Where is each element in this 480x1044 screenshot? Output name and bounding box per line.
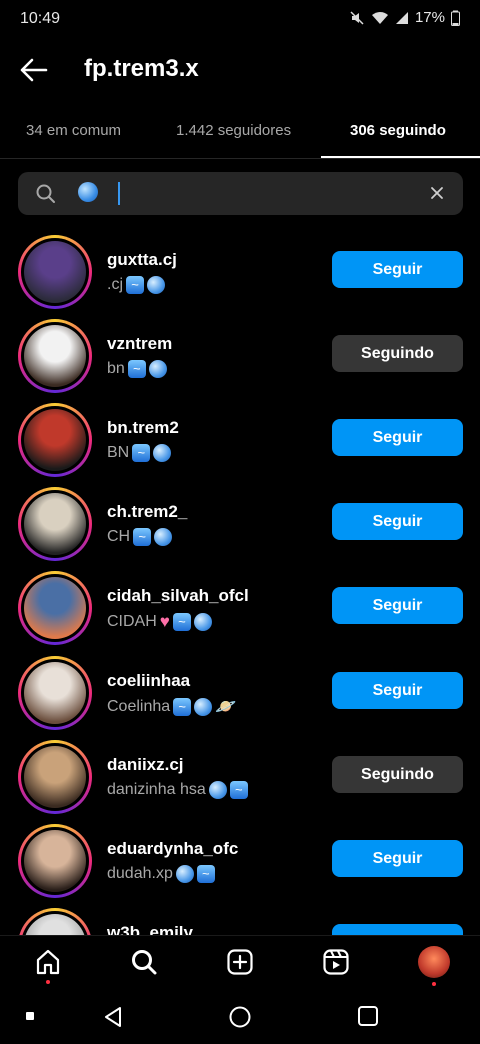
full-name: CH ~ (107, 528, 173, 546)
heart-emoji: ♥ (159, 612, 170, 631)
home-icon[interactable] (34, 948, 62, 976)
follow-button[interactable]: Seguir (332, 672, 463, 709)
username[interactable]: cidah_silvah_ofcl (107, 586, 249, 606)
wave-emoji: ~ (196, 865, 215, 883)
wave-emoji: ~ (132, 444, 151, 462)
nav-home-icon[interactable] (228, 1005, 252, 1029)
tab-following[interactable]: 306 seguindo (350, 122, 446, 139)
tab-followers[interactable]: 1.442 seguidores (176, 122, 291, 139)
nav-back-icon[interactable] (102, 1005, 124, 1029)
wifi-icon (371, 11, 388, 24)
header: fp.trem3.x (0, 45, 480, 95)
wave-emoji: ~ (172, 613, 191, 631)
crystal-ball-emoji (78, 182, 98, 202)
clear-icon[interactable] (429, 185, 445, 201)
follow-button[interactable]: Seguir (332, 587, 463, 624)
list-item[interactable]: eduardynha_ofc dudah.xp ~ Seguir (0, 824, 480, 908)
planet-emoji: 🪐 (215, 697, 237, 716)
status-bar: 10:49 17% (0, 0, 480, 38)
text-caret (118, 182, 120, 205)
search-icon[interactable] (130, 948, 158, 976)
search-icon (36, 184, 55, 203)
signal-icon (395, 11, 408, 24)
status-time: 10:49 (20, 10, 61, 27)
list-item[interactable]: cidah_silvah_ofcl CIDAH ♥ ~ Seguir (0, 571, 480, 655)
following-button[interactable]: Seguindo (332, 756, 463, 793)
full-name: .cj ~ (107, 276, 165, 294)
mute-icon (350, 10, 364, 25)
battery-percent: 17% (414, 9, 445, 26)
list-item[interactable]: guxtta.cj .cj ~ Seguir (0, 235, 480, 319)
crystal-ball-emoji (193, 613, 212, 631)
full-name: danizinha hsa ~ (107, 781, 248, 799)
page-title: fp.trem3.x (84, 55, 199, 82)
profile-avatar[interactable] (418, 946, 450, 978)
username[interactable]: coeliinhaa (107, 671, 190, 691)
list-item[interactable]: ch.trem2_ CH ~ Seguir (0, 487, 480, 571)
tab-bar: 34 em comum 1.442 seguidores 306 seguind… (0, 110, 480, 159)
crystal-ball-emoji (153, 444, 172, 462)
system-nav-bar (0, 992, 480, 1044)
full-name: bn ~ (107, 360, 167, 378)
username[interactable]: vzntrem (107, 334, 172, 354)
search-input[interactable] (18, 172, 463, 215)
avatar[interactable] (18, 235, 92, 309)
wave-emoji: ~ (127, 360, 146, 378)
home-notification-dot (46, 980, 50, 984)
avatar[interactable] (18, 656, 92, 730)
avatar[interactable] (18, 571, 92, 645)
crystal-ball-emoji (148, 360, 167, 378)
list-item[interactable]: vzntrem bn ~ Seguindo (0, 319, 480, 403)
username[interactable]: guxtta.cj (107, 250, 177, 270)
crystal-ball-emoji (194, 698, 213, 716)
username[interactable]: daniixz.cj (107, 755, 184, 775)
wave-emoji: ~ (133, 528, 152, 546)
list-item[interactable]: coeliinhaa Coelinha ~ 🪐 Seguir (0, 656, 480, 740)
create-icon[interactable] (226, 948, 254, 976)
nav-recents-icon[interactable] (357, 1005, 379, 1027)
wave-emoji: ~ (126, 276, 144, 294)
bottom-nav (0, 935, 480, 992)
crystal-ball-emoji (175, 865, 194, 883)
username[interactable]: ch.trem2_ (107, 502, 187, 522)
avatar[interactable] (18, 403, 92, 477)
wave-emoji: ~ (229, 781, 248, 799)
avatar[interactable] (18, 740, 92, 814)
crystal-ball-emoji (147, 276, 165, 294)
following-button[interactable]: Seguindo (332, 335, 463, 372)
full-name: dudah.xp ~ (107, 865, 215, 883)
full-name: BN ~ (107, 444, 172, 462)
crystal-ball-emoji (154, 528, 173, 546)
follow-button[interactable]: Seguir (332, 251, 463, 288)
follow-button[interactable]: Seguir (332, 840, 463, 877)
list-item[interactable]: daniixz.cj danizinha hsa ~ Seguindo (0, 740, 480, 824)
full-name: CIDAH ♥ ~ (107, 612, 212, 632)
avatar[interactable] (18, 319, 92, 393)
reels-icon[interactable] (322, 948, 350, 976)
active-tab-indicator (321, 156, 480, 158)
avatar[interactable] (18, 487, 92, 561)
battery-icon (451, 10, 460, 26)
crystal-ball-emoji (208, 781, 227, 799)
full-name: Coelinha ~ 🪐 (107, 697, 237, 716)
follow-button[interactable]: Seguir (332, 419, 463, 456)
avatar[interactable] (18, 824, 92, 898)
back-arrow-icon[interactable] (18, 56, 48, 84)
list-item[interactable]: bn.trem2 BN ~ Seguir (0, 403, 480, 487)
wave-emoji: ~ (173, 698, 192, 716)
nav-dot-icon (26, 1012, 34, 1020)
username[interactable]: eduardynha_ofc (107, 839, 238, 859)
profile-notification-dot (432, 982, 436, 986)
tab-in-common[interactable]: 34 em comum (26, 122, 121, 139)
username[interactable]: bn.trem2 (107, 418, 179, 438)
status-icons: 17% (349, 9, 460, 26)
follow-button[interactable]: Seguir (332, 503, 463, 540)
